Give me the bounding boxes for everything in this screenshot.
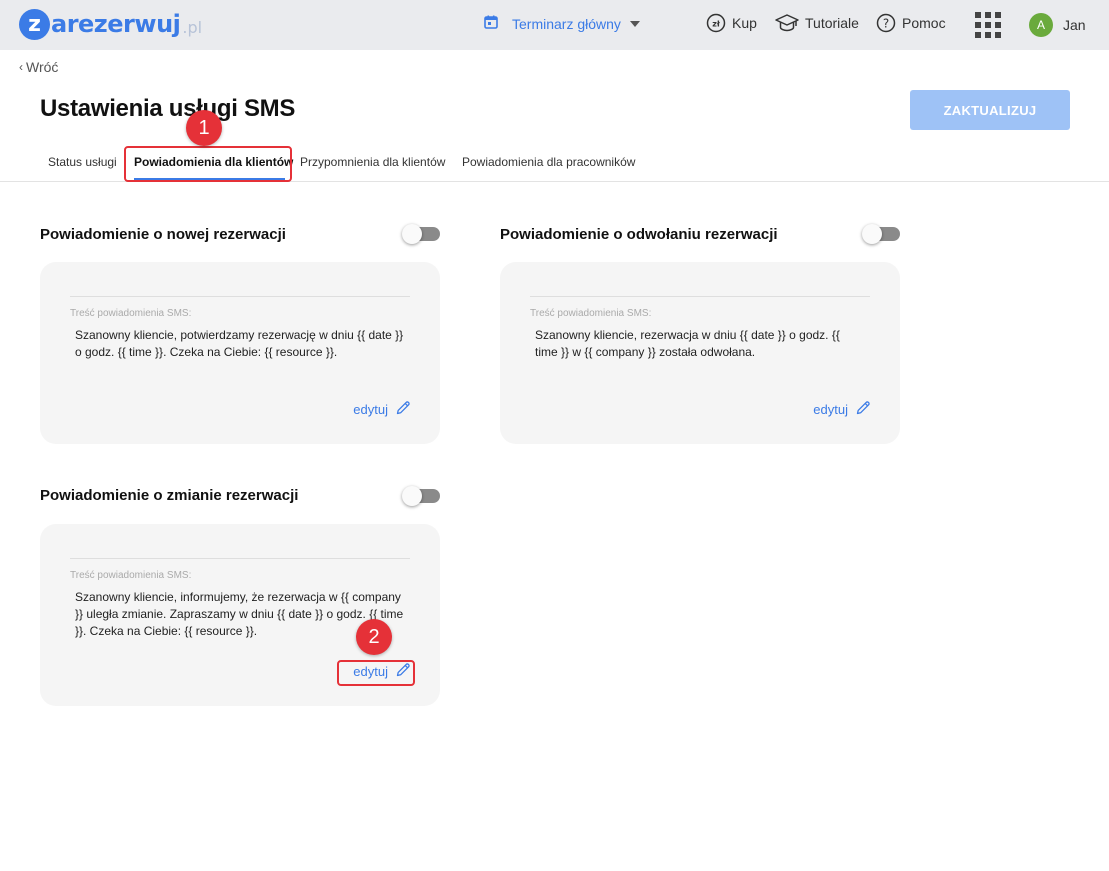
- sms-content-label: Treść powiadomienia SMS:: [70, 570, 192, 581]
- apps-grid-icon[interactable]: [975, 12, 1001, 38]
- svg-text:?: ?: [883, 17, 889, 31]
- help-label: Pomoc: [902, 15, 946, 31]
- logo[interactable]: z arezerwuj .pl: [19, 8, 202, 40]
- top-bar: z arezerwuj .pl Terminarz główny zł Kup …: [0, 0, 1109, 50]
- change-booking-toggle[interactable]: [402, 486, 440, 506]
- user-name[interactable]: Jan: [1063, 17, 1086, 33]
- update-button[interactable]: ZAKTUALIZUJ: [910, 90, 1070, 130]
- sms-content-label: Treść powiadomienia SMS:: [70, 308, 192, 319]
- toggle-knob: [862, 224, 882, 244]
- svg-text:zł: zł: [712, 20, 721, 29]
- divider: [70, 296, 410, 297]
- chevron-down-icon: [629, 20, 640, 27]
- tab-highlight-box: [124, 146, 292, 182]
- buy-label: Kup: [732, 15, 757, 31]
- help-icon: ?: [876, 13, 896, 33]
- sms-message: Szanowny kliencie, potwierdzamy rezerwac…: [75, 328, 404, 359]
- tutorials-label: Tutoriale: [805, 15, 859, 31]
- buy-link[interactable]: zł Kup: [706, 13, 757, 33]
- graduation-cap-icon: [775, 13, 799, 33]
- chevron-left-icon: ‹: [19, 60, 23, 74]
- cancellation-card: Treść powiadomienia SMS: Szanowny klienc…: [500, 262, 900, 444]
- new-booking-title: Powiadomienie o nowej rezerwacji: [40, 226, 286, 243]
- tab-employee-notifications[interactable]: Powiadomienia dla pracowników: [462, 150, 642, 181]
- edit-label: edytuj: [813, 402, 848, 417]
- toggle-knob: [402, 224, 422, 244]
- pencil-icon: [848, 400, 871, 419]
- calendar-label: Terminarz główny: [512, 15, 621, 32]
- toggle-knob: [402, 486, 422, 506]
- cancellation-title: Powiadomienie o odwołaniu rezerwacji: [500, 226, 778, 243]
- edit-button[interactable]: edytuj: [813, 400, 871, 419]
- divider: [530, 296, 870, 297]
- coin-icon: zł: [706, 13, 726, 33]
- change-booking-title: Powiadomienie o zmianie rezerwacji: [40, 487, 299, 504]
- back-link[interactable]: ‹ Wróć: [19, 59, 58, 75]
- step-marker-1: 1: [186, 110, 222, 146]
- divider: [70, 558, 410, 559]
- back-label: Wróć: [26, 59, 59, 75]
- new-booking-toggle[interactable]: [402, 224, 440, 244]
- cancellation-toggle[interactable]: [862, 224, 900, 244]
- calendar-selector[interactable]: Terminarz główny: [484, 15, 640, 32]
- logo-suffix: .pl: [182, 17, 203, 37]
- step-marker-2: 2: [356, 619, 392, 655]
- sms-message: Szanowny kliencie, rezerwacja w dniu {{ …: [535, 328, 840, 359]
- pencil-icon: [388, 400, 411, 419]
- tutorials-link[interactable]: Tutoriale: [775, 13, 859, 33]
- help-link[interactable]: ? Pomoc: [876, 13, 946, 33]
- logo-text: arezerwuj: [51, 10, 181, 38]
- calendar-icon: [484, 15, 512, 32]
- new-booking-card: Treść powiadomienia SMS: Szanowny klienc…: [40, 262, 440, 444]
- edit-button[interactable]: edytuj: [353, 400, 411, 419]
- edit-label: edytuj: [353, 402, 388, 417]
- sms-content-label: Treść powiadomienia SMS:: [530, 308, 652, 319]
- page-title: Ustawienia usługi SMS: [40, 95, 296, 122]
- tab-customer-reminders[interactable]: Przypomnienia dla klientów: [300, 150, 450, 181]
- edit-highlight-box: [337, 660, 415, 686]
- tab-service-status[interactable]: Status usługi: [48, 150, 126, 181]
- logo-mark: z: [19, 8, 50, 40]
- avatar[interactable]: A: [1029, 13, 1053, 37]
